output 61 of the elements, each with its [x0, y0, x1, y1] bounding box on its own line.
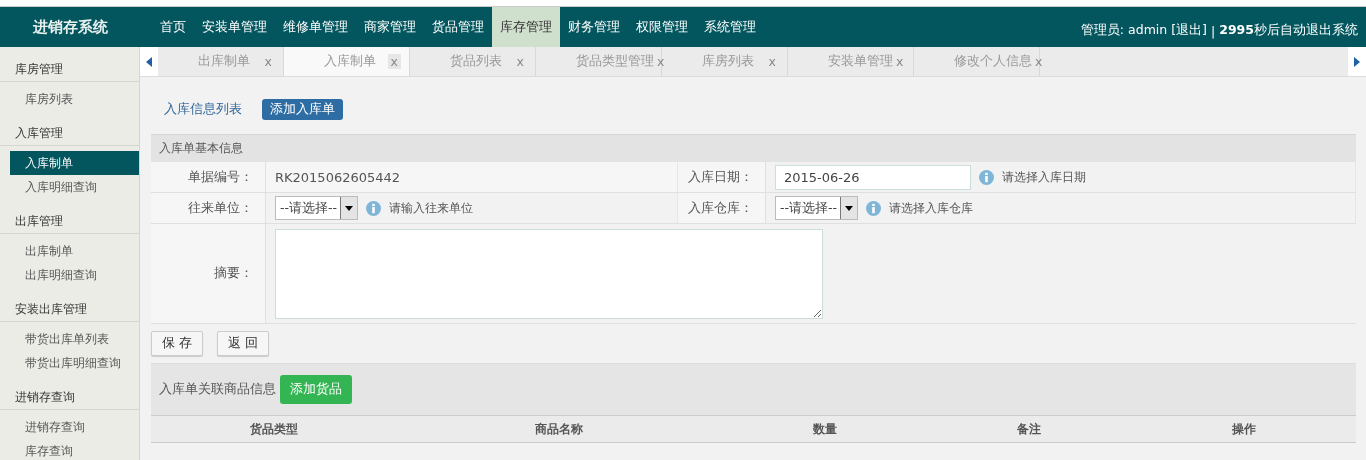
sidebar-item[interactable]: 库房列表: [10, 87, 139, 111]
sidebar-item[interactable]: 出库明细查询: [10, 263, 139, 287]
sidebar-group-title[interactable]: 出库管理: [0, 199, 139, 234]
scroll-right-button[interactable]: [1348, 47, 1366, 76]
scroll-left-button[interactable]: [140, 47, 158, 76]
column-header: 数量: [811, 420, 838, 438]
field-hint: 请选择入库日期: [1002, 168, 1086, 186]
nav-tab[interactable]: 维修单管理: [275, 7, 356, 47]
nav-tab[interactable]: 商家管理: [356, 7, 424, 47]
nav-tab[interactable]: 权限管理: [628, 7, 696, 47]
right-arrow-icon: [1354, 56, 1360, 67]
user-label: 管理员: admin: [1080, 22, 1168, 39]
nav-tab[interactable]: 库存管理: [492, 7, 560, 47]
sidebar-group-title[interactable]: 进销存查询: [0, 375, 139, 410]
column-header: 商品名称: [534, 420, 585, 438]
sidebar-item[interactable]: 入库明细查询: [10, 175, 139, 199]
subnav-link[interactable]: 添加入库单: [262, 99, 343, 120]
logout-link[interactable]: [退出]: [1171, 22, 1207, 39]
field-hint: 请选择入库仓库: [889, 199, 973, 217]
caret-icon: [345, 205, 353, 211]
field-label: 单据编号：: [151, 162, 266, 193]
section-title: 入库单关联商品信息: [159, 381, 276, 398]
form-button[interactable]: 返 回: [217, 331, 269, 356]
column-header: 操作: [1230, 420, 1257, 438]
info-icon: [866, 200, 881, 216]
sidebar-item[interactable]: 进销存查询: [10, 415, 139, 439]
doc-number: RK2015062605442: [275, 169, 401, 185]
left-arrow-icon: [146, 56, 152, 67]
nav-tab[interactable]: 系统管理: [696, 7, 764, 47]
countdown-text: 2995秒后自动退出系统: [1219, 22, 1358, 39]
partner-select[interactable]: --请选择--: [275, 196, 358, 220]
summary-field[interactable]: [275, 228, 823, 319]
nav-tab[interactable]: 首页: [152, 7, 194, 47]
sidebar-item[interactable]: 入库制单: [10, 151, 139, 175]
field-hint: 请输入往来单位: [389, 199, 473, 217]
nav-tab[interactable]: 货品管理: [424, 7, 492, 47]
nav-tab[interactable]: 安装单管理: [194, 7, 275, 47]
field-label: 往来单位：: [151, 193, 266, 224]
section-title: 入库单基本信息: [151, 134, 1356, 162]
column-header: 备注: [1016, 420, 1043, 438]
separator: |: [1211, 24, 1216, 39]
sidebar-item[interactable]: 出库制单: [10, 239, 139, 263]
app-logo: 进销存系统: [31, 16, 109, 38]
sidebar-item[interactable]: 带货出库单列表: [10, 327, 139, 351]
field-label: 入库仓库：: [678, 193, 766, 224]
field-label: 摘要：: [151, 224, 266, 324]
info-icon: [979, 169, 994, 185]
nav-tab[interactable]: 财务管理: [560, 7, 628, 47]
warehouse-select[interactable]: --请选择--: [775, 196, 858, 220]
date-field[interactable]: 2015-06-26: [775, 164, 971, 190]
column-header: 货品类型: [248, 420, 299, 438]
caret-icon: [845, 205, 853, 211]
sidebar-group-title[interactable]: 安装出库管理: [0, 287, 139, 322]
sidebar-item[interactable]: 带货出库明细查询: [10, 351, 139, 375]
subnav-link[interactable]: 入库信息列表: [164, 99, 250, 120]
sidebar-item[interactable]: 库存查询: [10, 439, 139, 460]
info-icon: [366, 200, 381, 216]
form-button[interactable]: 保 存: [151, 331, 203, 356]
field-label: 入库日期：: [678, 162, 766, 193]
sidebar-group-title[interactable]: 入库管理: [0, 111, 139, 146]
sidebar-group-title[interactable]: 库房管理: [0, 47, 139, 82]
